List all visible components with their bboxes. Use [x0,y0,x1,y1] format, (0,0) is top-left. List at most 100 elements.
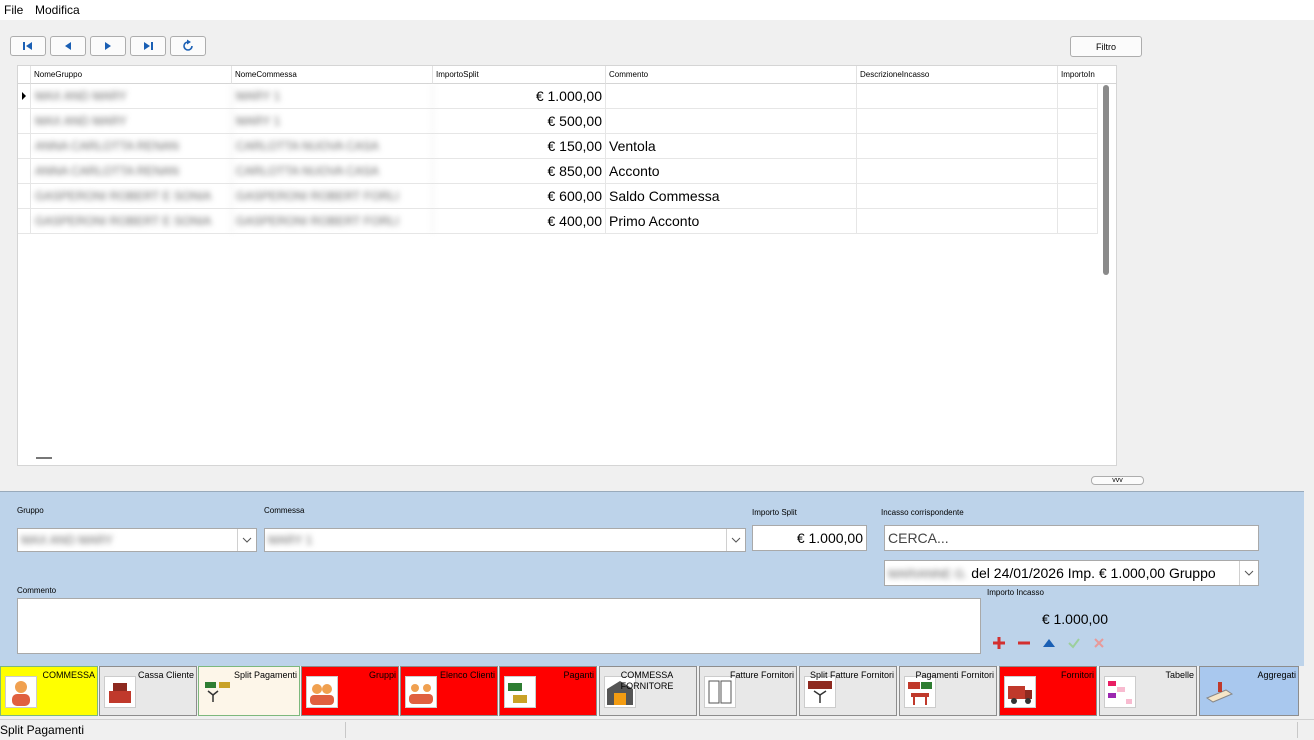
row-header [18,134,31,158]
tab-tabelle[interactable]: Tabelle [1099,666,1197,716]
refresh-button[interactable] [170,36,206,56]
tab-commessa-fornitore[interactable]: COMMESSA FORNITORE [599,666,697,716]
cell-importo: € 1.000,00 [433,84,606,108]
cell-commessa: GASPERONI ROBERT FORLI [232,184,433,208]
importo-incasso-value: € 1.000,00 [1041,611,1108,627]
cell-gruppo: ANNA CARLOTTA RENAN [31,159,232,183]
incasso-label: Incasso corrispondente [881,508,964,517]
importo-incasso-label: Importo Incasso [987,588,1044,597]
minus-icon [1018,641,1030,645]
gruppo-combobox[interactable]: MAX AND MARY [17,528,257,552]
add-button[interactable] [989,633,1009,653]
last-record-button[interactable] [130,36,166,56]
cell-importoin [1058,159,1098,183]
row-header [18,109,31,133]
tab-label: Aggregati [1257,670,1296,680]
row-header [18,84,31,108]
column-header-nomegruppo[interactable]: NomeGruppo [31,66,232,84]
cell-descrizione [857,159,1058,183]
previous-record-button[interactable] [50,36,86,56]
x-icon [1094,638,1104,648]
cell-importo: € 600,00 [433,184,606,208]
tab-cassa-cliente[interactable]: Cassa Cliente [99,666,197,716]
commessa-combobox[interactable]: MARY 1 [264,528,746,552]
cell-commessa: MARY 1 [232,84,433,108]
commento-textarea[interactable] [17,598,981,654]
split-money-icon [203,676,235,708]
menu-file[interactable]: File [4,3,23,17]
cell-commento: Ventola [606,134,857,158]
next-record-icon [105,42,111,50]
cell-gruppo: ANNA CARLOTTA RENAN [31,134,232,158]
confirm-button[interactable] [1064,633,1084,653]
importo-split-input[interactable]: € 1.000,00 [752,525,867,551]
person-icon [5,676,37,708]
table-row[interactable]: ANNA CARLOTTA RENAN CARLOTTA NUOVA CASA … [18,134,1098,159]
status-text: Split Pagamenti [0,723,85,737]
table-icon [1104,676,1136,708]
cell-commessa: CARLOTTA NUOVA CASA [232,159,433,183]
tab-commessa[interactable]: COMMESSA [0,666,98,716]
menu-bar: File Modifica [0,0,1314,20]
first-record-button[interactable] [10,36,46,56]
row-header [18,209,31,233]
cell-gruppo: GASPERONI ROBERT E SONIA [31,209,232,233]
tab-fatture-fornitori[interactable]: Fatture Fornitori [699,666,797,716]
filter-button[interactable]: Filtro [1070,36,1142,57]
remove-button[interactable] [1014,633,1034,653]
tab-gruppi[interactable]: Gruppi [301,666,399,716]
commessa-value: MARY 1 [268,533,313,547]
table-row[interactable]: MAX AND MARY MARY 1 € 500,00 [18,109,1098,134]
table-row[interactable]: GASPERONI ROBERT E SONIA GASPERONI ROBER… [18,184,1098,209]
tab-split-fatture-fornitori[interactable]: Split Fatture Fornitori [799,666,897,716]
chevron-down-icon[interactable] [1239,561,1258,585]
cell-gruppo: MAX AND MARY [31,109,232,133]
cell-commento: Acconto [606,159,857,183]
tab-fornitori[interactable]: Fornitori [999,666,1097,716]
table-row[interactable]: GASPERONI ROBERT E SONIA GASPERONI ROBER… [18,209,1098,234]
current-row-indicator-icon [22,92,26,100]
cell-descrizione [857,134,1058,158]
cell-importoin [1058,209,1098,233]
cancel-button[interactable] [1089,633,1109,653]
tab-split-pagamenti[interactable]: Split Pagamenti [198,666,300,716]
column-header-commento[interactable]: Commento [606,66,857,84]
cell-descrizione [857,109,1058,133]
menu-edit[interactable]: Modifica [35,3,80,17]
table-row[interactable]: ANNA CARLOTTA RENAN CARLOTTA NUOVA CASA … [18,159,1098,184]
status-separator [1297,722,1298,738]
cell-commento: Saldo Commessa [606,184,857,208]
column-header-nomecommessa[interactable]: NomeCommessa [232,66,433,84]
move-up-button[interactable] [1039,633,1059,653]
tab-aggregati[interactable]: Aggregati [1199,666,1299,716]
horizontal-scrollbar[interactable] [36,457,52,459]
cell-importo: € 500,00 [433,109,606,133]
tab-label: Paganti [563,670,594,680]
last-record-icon [144,42,153,50]
vertical-scrollbar[interactable] [1103,85,1109,275]
next-record-button[interactable] [90,36,126,56]
tab-label: Cassa Cliente [137,670,194,680]
tab-elenco-clienti[interactable]: Elenco Clienti [400,666,498,716]
tab-label: Fatture Fornitori [729,670,794,680]
tab-paganti[interactable]: Paganti [499,666,597,716]
cerca-input[interactable]: CERCA... [884,525,1259,551]
table-row[interactable]: MAX AND MARY MARY 1 € 1.000,00 [18,84,1098,109]
commessa-label: Commessa [264,506,305,515]
cell-importo: € 850,00 [433,159,606,183]
cell-commento: Primo Acconto [606,209,857,233]
chevron-down-icon[interactable] [726,529,745,551]
column-header-importosplit[interactable]: ImportoSplit [433,66,606,84]
row-header [18,159,31,183]
status-bar: Split Pagamenti [0,719,1314,740]
incasso-combobox[interactable]: MARIANNE G. del 24/01/2026 Imp. € 1.000,… [884,560,1259,586]
column-header-descrizioneincasso[interactable]: DescrizioneIncasso [857,66,1058,84]
tab-label: COMMESSA FORNITORE [620,670,674,691]
commento-label: Commento [17,586,57,595]
chevron-down-icon[interactable] [237,529,256,551]
small-grid-button[interactable]: vvv [1091,476,1144,485]
tab-pagamenti-fornitori[interactable]: Pagamenti Fornitori [899,666,997,716]
cell-descrizione [857,209,1058,233]
cash-register-icon [104,676,136,708]
column-header-importoin[interactable]: ImportoIn [1058,66,1116,84]
